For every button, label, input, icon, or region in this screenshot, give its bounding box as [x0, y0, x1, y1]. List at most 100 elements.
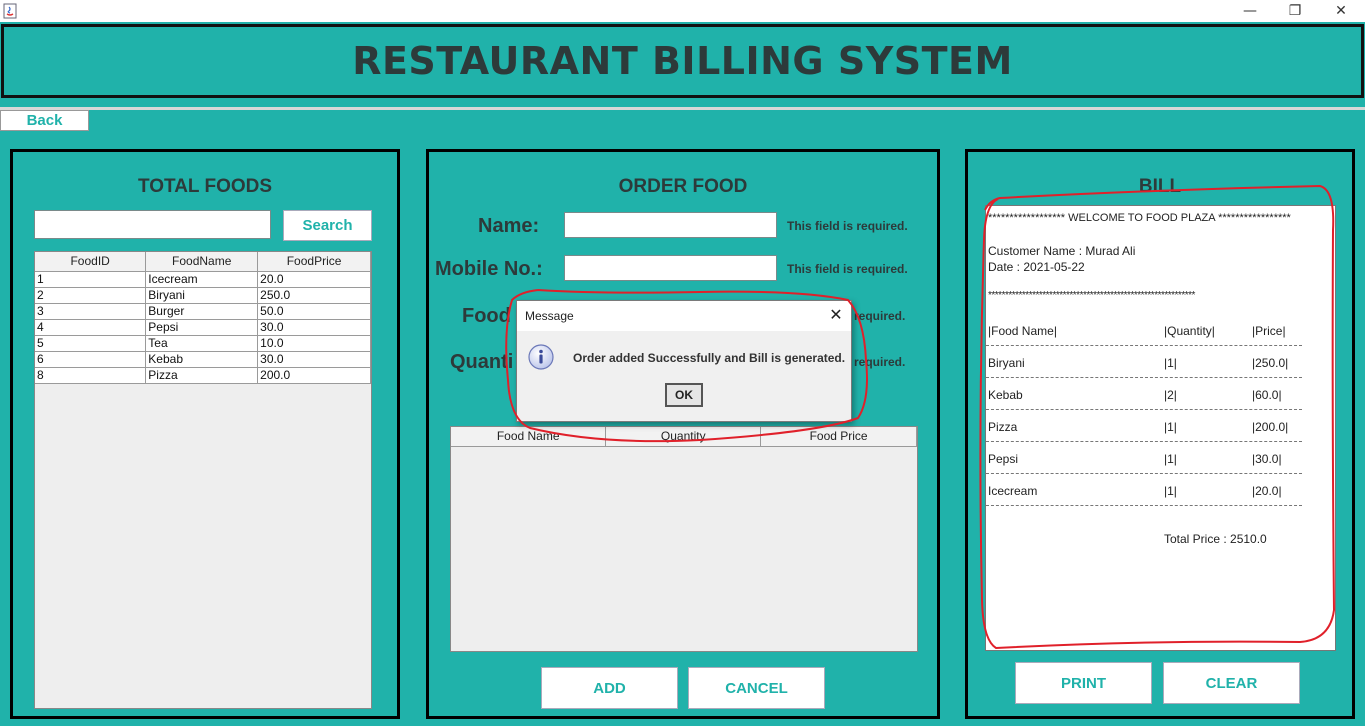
cell-foodname: Kebab	[145, 351, 259, 368]
name-label: Name:	[478, 215, 540, 237]
cell-foodprice: 200.0	[257, 367, 371, 384]
table-row[interactable]: 4 Pepsi 30.0	[35, 319, 371, 336]
col-header-food-name[interactable]: Food Name	[451, 427, 607, 447]
mobile-label: Mobile No.:	[435, 258, 543, 280]
bill-welcome-line: ****************** WELCOME TO FOOD PLAZA…	[988, 212, 1291, 224]
print-button[interactable]: PRINT	[1015, 662, 1152, 704]
ok-button[interactable]: OK	[665, 383, 703, 407]
table-row[interactable]: 3 Burger 50.0	[35, 303, 371, 320]
restore-button[interactable]: ❐	[1272, 0, 1318, 22]
bill-title: BILL	[1138, 176, 1182, 197]
message-dialog: Message ✕ Order added Successfully and B…	[516, 300, 852, 422]
order-table-header: Food Name Quantity Food Price	[451, 427, 917, 447]
window-titlebar	[0, 0, 1365, 22]
cancel-button[interactable]: CANCEL	[688, 667, 825, 709]
bill-item-price: |20.0|	[1252, 484, 1282, 498]
cell-foodname: Tea	[145, 335, 259, 352]
cell-foodname: Pizza	[145, 367, 259, 384]
food-required-msg: required.	[854, 309, 906, 323]
add-button[interactable]: ADD	[541, 667, 678, 709]
dialog-close-icon[interactable]: ✕	[827, 306, 845, 324]
col-header-quantity[interactable]: Quantity	[605, 427, 762, 447]
total-foods-panel: TOTAL FOODS Search FoodID FoodName FoodP…	[10, 149, 400, 719]
bill-item-price: |250.0|	[1252, 356, 1289, 370]
bill-item-qty: |1|	[1164, 420, 1177, 434]
bill-divider	[986, 377, 1302, 378]
food-search-input[interactable]	[34, 210, 271, 239]
mobile-required-msg: This field is required.	[787, 262, 908, 276]
bill-item-qty: |1|	[1164, 484, 1177, 498]
cell-foodname: Biryani	[145, 287, 259, 304]
bill-panel: BILL ****************** WELCOME TO FOOD …	[965, 149, 1355, 719]
table-row[interactable]: 1 Icecream 20.0	[35, 271, 371, 288]
cell-foodprice: 10.0	[257, 335, 371, 352]
order-food-panel: ORDER FOOD Name: This field is required.…	[426, 149, 940, 719]
clear-button[interactable]: CLEAR	[1163, 662, 1300, 704]
name-required-msg: This field is required.	[787, 219, 908, 233]
col-header-foodid[interactable]: FoodID	[35, 252, 147, 272]
customer-name-input[interactable]	[564, 212, 777, 238]
cell-foodid: 2	[35, 287, 147, 304]
bill-header-price: |Price|	[1252, 324, 1286, 338]
dialog-titlebar: Message	[517, 301, 851, 331]
info-icon	[528, 344, 554, 370]
bill-divider	[986, 345, 1302, 346]
bill-text-area[interactable]: ****************** WELCOME TO FOOD PLAZA…	[985, 205, 1336, 651]
cell-foodid: 8	[35, 367, 147, 384]
minimize-button[interactable]: —	[1227, 0, 1273, 22]
cell-foodprice: 30.0	[257, 351, 371, 368]
cell-foodid: 1	[35, 271, 147, 288]
dialog-message: Order added Successfully and Bill is gen…	[573, 351, 846, 365]
header-divider	[0, 107, 1365, 110]
cell-foodid: 5	[35, 335, 147, 352]
table-row[interactable]: 6 Kebab 30.0	[35, 351, 371, 368]
back-button[interactable]: Back	[0, 110, 89, 131]
quantity-label: Quanti	[450, 351, 514, 373]
bill-header-food-name: |Food Name|	[988, 324, 1057, 338]
bill-item-name: Kebab	[988, 388, 1023, 402]
bill-date: Date : 2021-05-22	[988, 260, 1085, 274]
cell-foodprice: 50.0	[257, 303, 371, 320]
bill-item-price: |30.0|	[1252, 452, 1282, 466]
bill-header-quantity: |Quantity|	[1164, 324, 1215, 338]
cell-foodname: Icecream	[145, 271, 259, 288]
mobile-input[interactable]	[564, 255, 777, 281]
bill-item-price: |200.0|	[1252, 420, 1289, 434]
foods-table-header: FoodID FoodName FoodPrice	[35, 252, 371, 272]
cell-foodid: 3	[35, 303, 147, 320]
dialog-title: Message	[525, 309, 574, 323]
bill-item-price: |60.0|	[1252, 388, 1282, 402]
table-row[interactable]: 8 Pizza 200.0	[35, 367, 371, 384]
bill-customer-name: Customer Name : Murad Ali	[988, 244, 1136, 258]
bill-item-name: Icecream	[988, 484, 1038, 498]
bill-item-qty: |1|	[1164, 452, 1177, 466]
cell-foodprice: 250.0	[257, 287, 371, 304]
bill-divider	[986, 441, 1302, 442]
cell-foodid: 6	[35, 351, 147, 368]
cell-foodid: 4	[35, 319, 147, 336]
cell-foodprice: 20.0	[257, 271, 371, 288]
cell-foodname: Pepsi	[145, 319, 259, 336]
col-header-foodname[interactable]: FoodName	[145, 252, 259, 272]
close-window-button[interactable]: ✕	[1318, 0, 1364, 22]
foods-table[interactable]: FoodID FoodName FoodPrice 1 Icecream 20.0 …	[34, 251, 372, 709]
food-label: Food	[462, 305, 511, 327]
bill-total: Total Price : 2510.0	[1164, 532, 1267, 546]
bill-item-name: Pizza	[988, 420, 1018, 434]
table-row[interactable]: 5 Tea 10.0	[35, 335, 371, 352]
quantity-required-msg: required.	[854, 355, 906, 369]
order-items-table[interactable]: Food Name Quantity Food Price	[450, 426, 918, 652]
bill-stars-line: ****************************************…	[988, 290, 1195, 301]
col-header-food-price[interactable]: Food Price	[760, 427, 917, 447]
total-foods-title: TOTAL FOODS	[137, 176, 273, 197]
table-row[interactable]: 2 Biryani 250.0	[35, 287, 371, 304]
bill-item-qty: |2|	[1164, 388, 1177, 402]
bill-divider	[986, 505, 1302, 506]
col-header-foodprice[interactable]: FoodPrice	[257, 252, 371, 272]
java-app-icon	[3, 3, 17, 19]
order-food-title: ORDER FOOD	[618, 176, 748, 197]
cell-foodprice: 30.0	[257, 319, 371, 336]
search-button[interactable]: Search	[283, 210, 372, 241]
bill-item-name: Biryani	[988, 356, 1025, 370]
bill-divider	[986, 409, 1302, 410]
